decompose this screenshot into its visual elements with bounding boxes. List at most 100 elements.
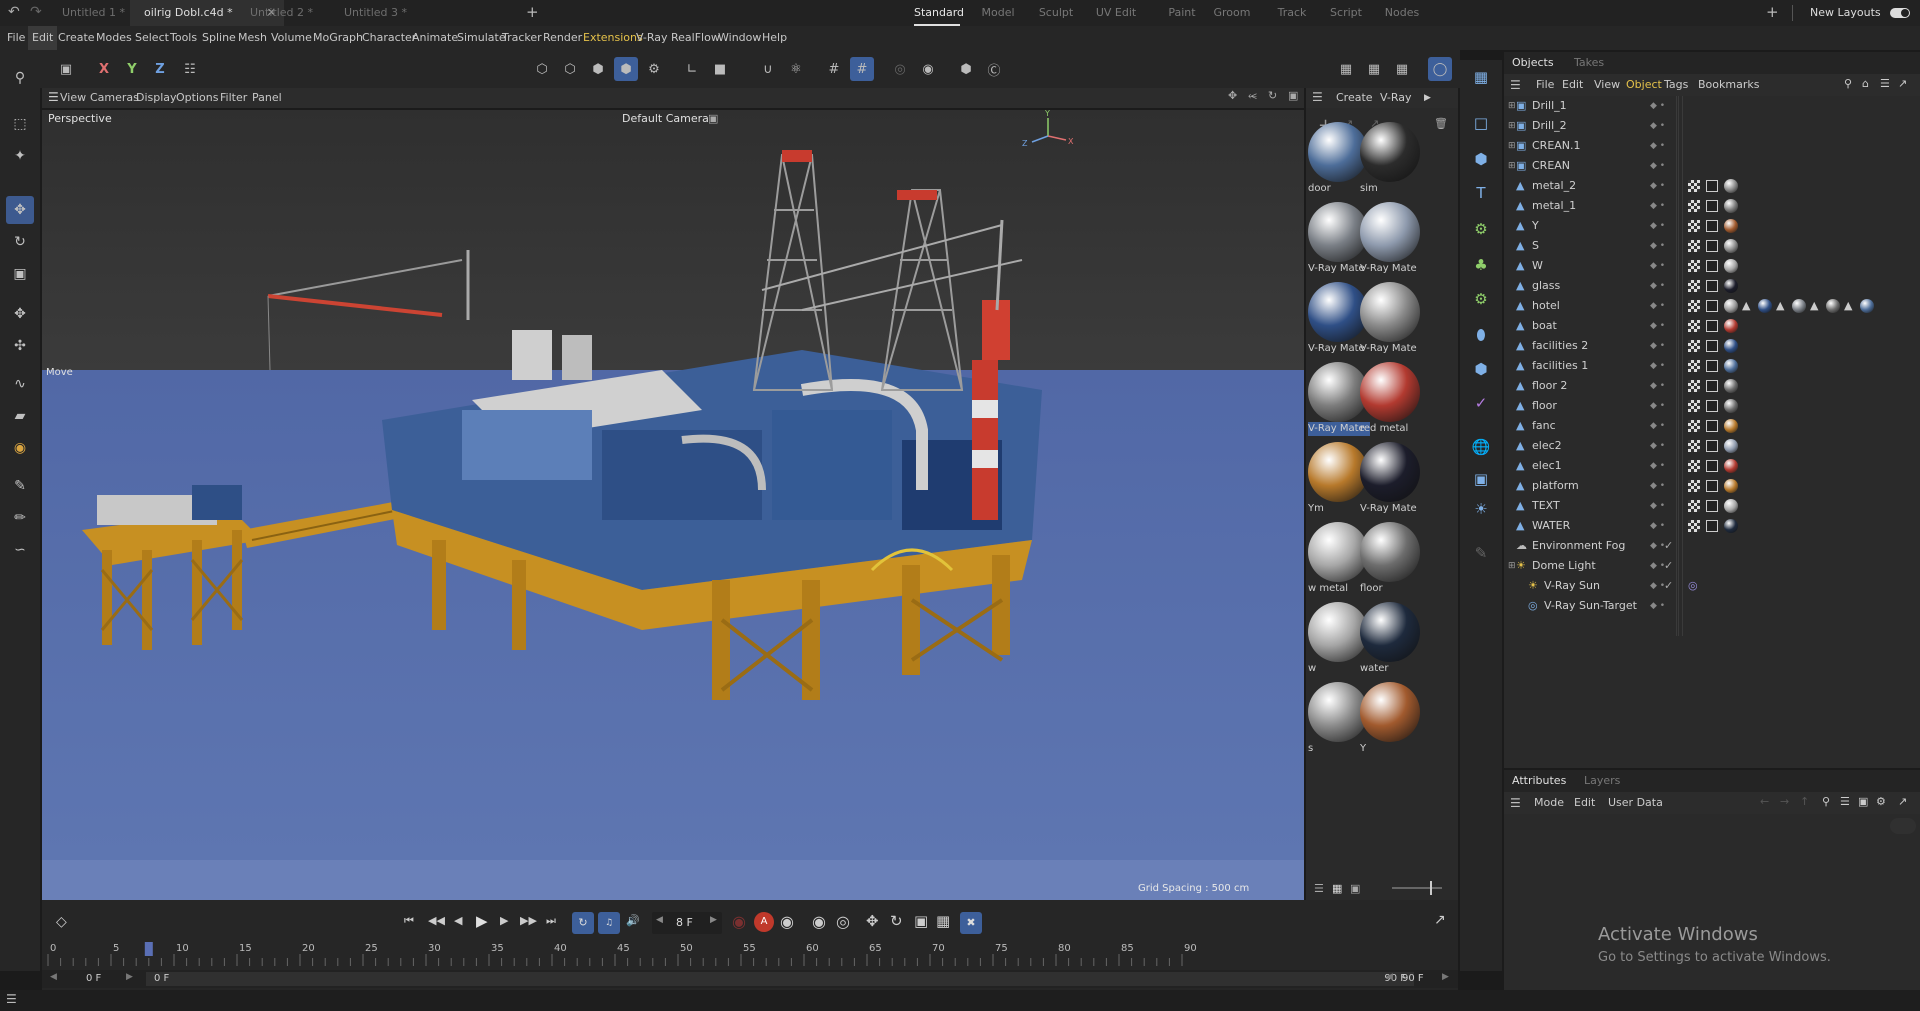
layout-tab[interactable]: Sculpt xyxy=(1034,0,1078,26)
material-swatch[interactable]: Y xyxy=(1360,682,1422,756)
phong-tag-icon[interactable] xyxy=(1688,380,1700,392)
vray-logo-icon[interactable]: Ⓒ xyxy=(982,57,1006,81)
sound-icon[interactable]: 🔊 xyxy=(626,914,640,927)
loop-icon[interactable]: ↻ xyxy=(572,912,594,934)
uvw-tag-icon[interactable] xyxy=(1706,320,1718,332)
visibility-dots-icon[interactable]: ◆ • xyxy=(1650,96,1665,116)
key-rotation-icon[interactable]: ◎ xyxy=(836,912,850,931)
objects-menu-bookmarks[interactable]: Bookmarks xyxy=(1698,74,1759,96)
visibility-dots-icon[interactable]: ◆ • xyxy=(1650,496,1665,516)
material-tag-icon[interactable] xyxy=(1724,359,1738,373)
pan-icon[interactable]: ✥ xyxy=(1228,89,1237,102)
selection-tools-icon[interactable]: ✦ xyxy=(6,142,34,170)
camera-label[interactable]: Default Camera xyxy=(622,110,709,128)
menu-tracker[interactable]: Tracker xyxy=(502,26,542,50)
menu-select[interactable]: Select xyxy=(135,26,169,50)
uvw-tag-icon[interactable] xyxy=(1706,400,1718,412)
attr-edit-menu[interactable]: Edit xyxy=(1574,792,1595,814)
enabled-check-icon[interactable]: ✓ xyxy=(1664,576,1673,596)
forward-arrow-icon[interactable]: → xyxy=(1780,795,1789,808)
visibility-dots-icon[interactable]: ◆ • xyxy=(1650,516,1665,536)
frame-up-icon[interactable]: ▶ xyxy=(710,915,717,925)
render-view-icon[interactable]: ◉ xyxy=(916,57,940,81)
object-row[interactable]: ☁ Environment Fog ◆ • ✓ xyxy=(1504,536,1920,556)
material-swatch[interactable]: V-Ray Mate xyxy=(1360,442,1422,516)
material-tag-icon[interactable] xyxy=(1724,459,1738,473)
uvw-tag-icon[interactable] xyxy=(1706,280,1718,292)
visibility-dots-icon[interactable]: ◆ • xyxy=(1650,296,1665,316)
phong-tag-icon[interactable] xyxy=(1688,440,1700,452)
material-menu-icon[interactable]: ☰ xyxy=(1312,90,1323,104)
object-row[interactable]: ▲ WATER ◆ • xyxy=(1504,516,1920,536)
expand-icon[interactable]: ⊞ xyxy=(1508,136,1516,156)
object-row[interactable]: ☀ V-Ray Sun ◆ • ✓ ◎ xyxy=(1504,576,1920,596)
object-row[interactable]: ▲ floor ◆ • xyxy=(1504,396,1920,416)
new-tab-plus-icon[interactable]: + xyxy=(526,3,539,21)
material-tag-icon[interactable] xyxy=(1724,339,1738,353)
phong-tag-icon[interactable] xyxy=(1688,280,1700,292)
visibility-dots-icon[interactable]: ◆ • xyxy=(1650,436,1665,456)
timeline-ruler[interactable]: 0 5 10 15 20 25 30 35 40 45 50 55 60 65 70 75 80 85 90 xyxy=(42,940,1458,968)
key-pla-icon[interactable]: ▣ xyxy=(914,912,928,930)
object-row[interactable]: ⊞ ▣ Drill_1 ◆ • xyxy=(1504,96,1920,116)
phong-tag-icon[interactable] xyxy=(1688,220,1700,232)
object-row[interactable]: ▲ glass ◆ • xyxy=(1504,276,1920,296)
viewport-menu-panel[interactable]: Panel xyxy=(252,88,282,108)
objects-menu-object[interactable]: Object xyxy=(1626,74,1662,96)
selection-tag-icon[interactable]: ▲ xyxy=(1810,296,1818,316)
objects-menu-icon[interactable]: ☰ xyxy=(1510,78,1521,92)
object-row[interactable]: ▲ facilities 2 ◆ • xyxy=(1504,336,1920,356)
visibility-dots-icon[interactable]: ◆ • xyxy=(1650,116,1665,136)
objects-menu-edit[interactable]: Edit xyxy=(1562,74,1583,96)
add-layout-icon[interactable]: + xyxy=(1766,3,1779,21)
more-arrow-icon[interactable]: ▶ xyxy=(1424,88,1431,108)
end-up-icon[interactable]: ▶ xyxy=(1442,972,1449,982)
uvw-tag-icon[interactable] xyxy=(1706,200,1718,212)
menu-window[interactable]: Window xyxy=(718,26,761,50)
phong-tag-icon[interactable] xyxy=(1688,260,1700,272)
object-row[interactable]: ⊞ ▣ CREAN.1 ◆ • xyxy=(1504,136,1920,156)
viewport-layout-icon[interactable]: □ xyxy=(1468,110,1494,136)
edges-mode-icon[interactable]: ⬡ xyxy=(558,57,582,81)
object-row[interactable]: ▲ metal_2 ◆ • xyxy=(1504,176,1920,196)
start-down-icon[interactable]: ◀ xyxy=(50,972,57,982)
record-disabled-icon[interactable]: ◉ xyxy=(732,912,746,931)
menu-tools[interactable]: Tools xyxy=(170,26,197,50)
uvw-tag-icon[interactable] xyxy=(1706,380,1718,392)
material-tag-icon[interactable] xyxy=(1724,439,1738,453)
3d-viewport[interactable]: Y X Z Perspective Default Camera ▣ Move … xyxy=(42,110,1304,900)
go-to-start-icon[interactable]: ⏮ xyxy=(404,914,414,928)
go-to-end-icon[interactable]: ⏭ xyxy=(546,914,556,928)
material-swatch[interactable]: water xyxy=(1360,602,1422,676)
phong-tag-icon[interactable] xyxy=(1688,240,1700,252)
material-tag-icon[interactable] xyxy=(1826,299,1840,313)
up-arrow-icon[interactable]: ↑ xyxy=(1800,795,1809,808)
phong-tag-icon[interactable] xyxy=(1688,180,1700,192)
object-row[interactable]: ▲ fanc ◆ • xyxy=(1504,416,1920,436)
menu-vray[interactable]: V-Ray xyxy=(636,26,668,50)
light-icon[interactable]: ☀ xyxy=(1468,496,1494,522)
knife-tool-icon[interactable]: ∿ xyxy=(6,370,34,398)
new-window-icon[interactable]: ↗ xyxy=(1898,77,1907,90)
spline-pen-icon[interactable]: ∽ xyxy=(6,536,34,564)
menu-volume[interactable]: Volume xyxy=(271,26,312,50)
brush-tool-icon[interactable]: ✎ xyxy=(6,472,34,500)
visibility-dots-icon[interactable]: ◆ • xyxy=(1650,276,1665,296)
phong-tag-icon[interactable] xyxy=(1688,480,1700,492)
layout-tab[interactable]: Model xyxy=(976,0,1020,26)
delete-material-icon[interactable]: 🗑 xyxy=(1434,117,1448,130)
grid-snap-icon[interactable]: # xyxy=(822,57,846,81)
viewport-menu-filter[interactable]: Filter xyxy=(220,88,247,108)
deformers-icon[interactable]: ⚙ xyxy=(1468,286,1494,312)
object-row[interactable]: ▲ floor 2 ◆ • xyxy=(1504,376,1920,396)
visibility-dots-icon[interactable]: ◆ • xyxy=(1650,596,1665,616)
object-row[interactable]: ⊞ ▣ CREAN ◆ • xyxy=(1504,156,1920,176)
phong-tag-icon[interactable] xyxy=(1688,300,1700,312)
key-param-icon[interactable]: ↻ xyxy=(890,912,903,930)
key-position-icon[interactable]: ◉ xyxy=(812,912,826,931)
expand-icon[interactable]: ⊞ xyxy=(1508,96,1516,116)
coordinate-system-icon[interactable]: ☷ xyxy=(178,57,202,81)
visibility-dots-icon[interactable]: ◆ • xyxy=(1650,556,1665,576)
visibility-dots-icon[interactable]: ◆ • xyxy=(1650,456,1665,476)
visibility-dots-icon[interactable]: ◆ • xyxy=(1650,416,1665,436)
